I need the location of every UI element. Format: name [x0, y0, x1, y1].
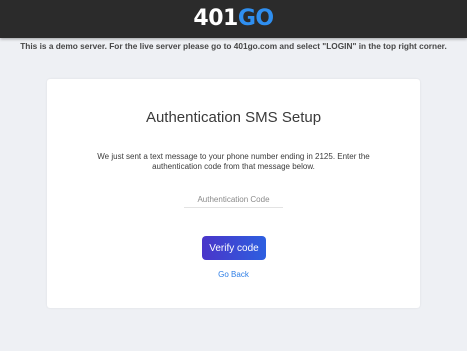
401go-logo: 401 GO	[193, 0, 274, 38]
page-title: Authentication SMS Setup	[145, 109, 322, 126]
auth-sms-card: Authentication SMS Setup We just sent a …	[47, 79, 420, 308]
top-header-bar: 401 GO	[0, 0, 467, 38]
logo-number: 401	[193, 6, 238, 31]
authentication-code-input[interactable]	[184, 191, 283, 208]
demo-server-notice: This is a demo server. For the live serv…	[20, 41, 447, 51]
logo-go: GO	[237, 6, 274, 31]
sms-instructions: We just sent a text message to your phon…	[97, 152, 370, 171]
verify-code-button[interactable]: Verify code	[202, 236, 266, 260]
go-back-link[interactable]: Go Back	[47, 270, 420, 279]
